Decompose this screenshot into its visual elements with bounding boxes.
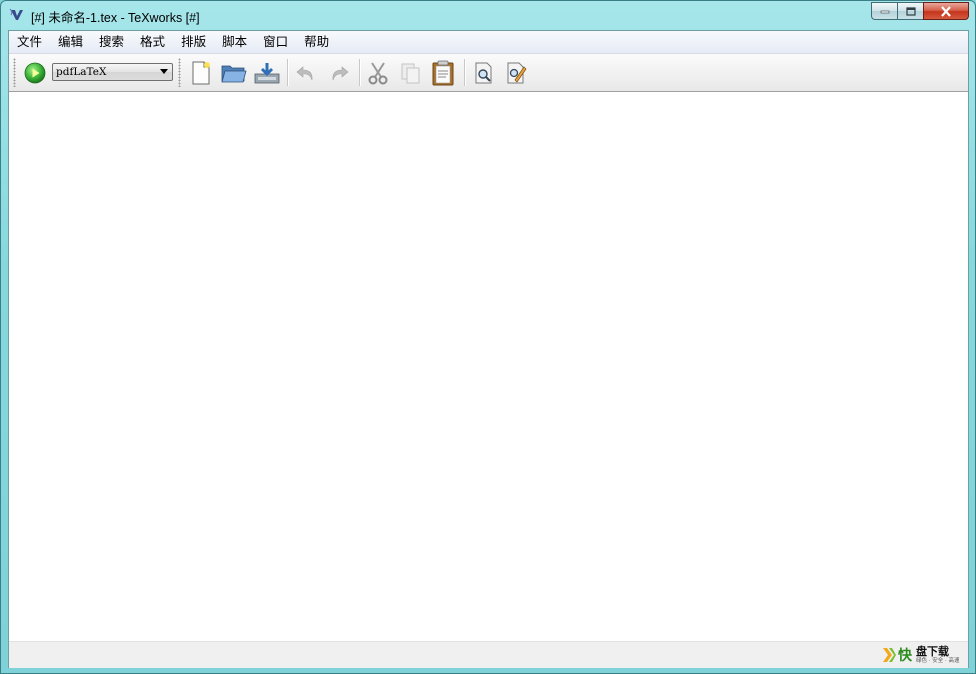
close-button[interactable] [923, 2, 969, 20]
editor-text-area[interactable] [9, 92, 968, 641]
menu-format[interactable]: 格式 [132, 31, 173, 53]
status-bar: 快 盘下载 绿色 · 安全 · 高速 [9, 641, 968, 668]
find-button[interactable] [471, 60, 497, 86]
window-title: [#] 未命名-1.tex - TeXworks [#] [31, 11, 200, 25]
paste-button[interactable] [430, 60, 456, 86]
toolbar-grip[interactable] [13, 58, 16, 87]
title-bar[interactable]: [#] 未命名-1.tex - TeXworks [#] [1, 1, 975, 29]
engine-select-value: pdfLaTeX [56, 66, 107, 78]
minimize-button[interactable] [871, 2, 897, 20]
engine-select[interactable]: pdfLaTeX [52, 63, 173, 81]
save-button[interactable] [254, 60, 280, 86]
cut-button[interactable] [365, 60, 391, 86]
replace-button[interactable] [503, 60, 529, 86]
replace-icon [507, 62, 527, 84]
menu-bar: 文件 编辑 搜索 格式 排版 脚本 窗口 帮助 [9, 31, 968, 54]
texworks-window: [#] 未命名-1.tex - TeXworks [#] 文件 编辑 搜索 格式… [0, 0, 976, 674]
menu-window[interactable]: 窗口 [255, 31, 296, 53]
texworks-logo-icon [9, 7, 25, 23]
watermark-brand: 盘下载 [916, 644, 949, 658]
maximize-icon [905, 6, 916, 16]
close-icon [941, 5, 951, 17]
toolbar: pdfLaTeX [9, 54, 968, 92]
menu-typeset[interactable]: 排版 [173, 31, 214, 53]
menu-scripts[interactable]: 脚本 [214, 31, 255, 53]
toolbar-separator [464, 59, 466, 86]
menu-file[interactable]: 文件 [9, 31, 50, 53]
undo-button[interactable] [293, 60, 319, 86]
kuaipan-logo-icon [883, 648, 896, 662]
find-icon [475, 62, 492, 84]
menu-help[interactable]: 帮助 [296, 31, 337, 53]
menu-search[interactable]: 搜索 [91, 31, 132, 53]
toolbar-separator [359, 59, 361, 86]
open-folder-icon [221, 65, 247, 83]
watermark-main: 快 [898, 648, 912, 664]
window-controls [871, 2, 969, 22]
redo-button[interactable] [326, 60, 352, 86]
play-icon [24, 62, 46, 84]
copy-icon [401, 63, 420, 84]
watermark-tagline: 绿色 · 安全 · 高速 [916, 657, 960, 664]
redo-icon [332, 66, 349, 81]
toolbar-separator [287, 59, 289, 86]
save-icon [254, 63, 280, 84]
typeset-button[interactable] [22, 60, 48, 86]
open-button[interactable] [221, 60, 247, 86]
chevron-down-icon [160, 69, 168, 74]
new-document-icon [192, 61, 210, 85]
undo-icon [296, 66, 313, 81]
watermark-logo: 快 盘下载 绿色 · 安全 · 高速 [882, 643, 966, 667]
client-area: 文件 编辑 搜索 格式 排版 脚本 窗口 帮助 pdfLaTeX 快 盘下载 绿… [8, 30, 969, 668]
menu-edit[interactable]: 编辑 [50, 31, 91, 53]
new-button[interactable] [188, 60, 214, 86]
cut-icon [368, 62, 388, 85]
minimize-icon [880, 10, 889, 14]
copy-button[interactable] [398, 60, 424, 86]
toolbar-grip-2[interactable] [178, 58, 181, 87]
paste-icon [432, 60, 454, 86]
maximize-button[interactable] [897, 2, 923, 20]
